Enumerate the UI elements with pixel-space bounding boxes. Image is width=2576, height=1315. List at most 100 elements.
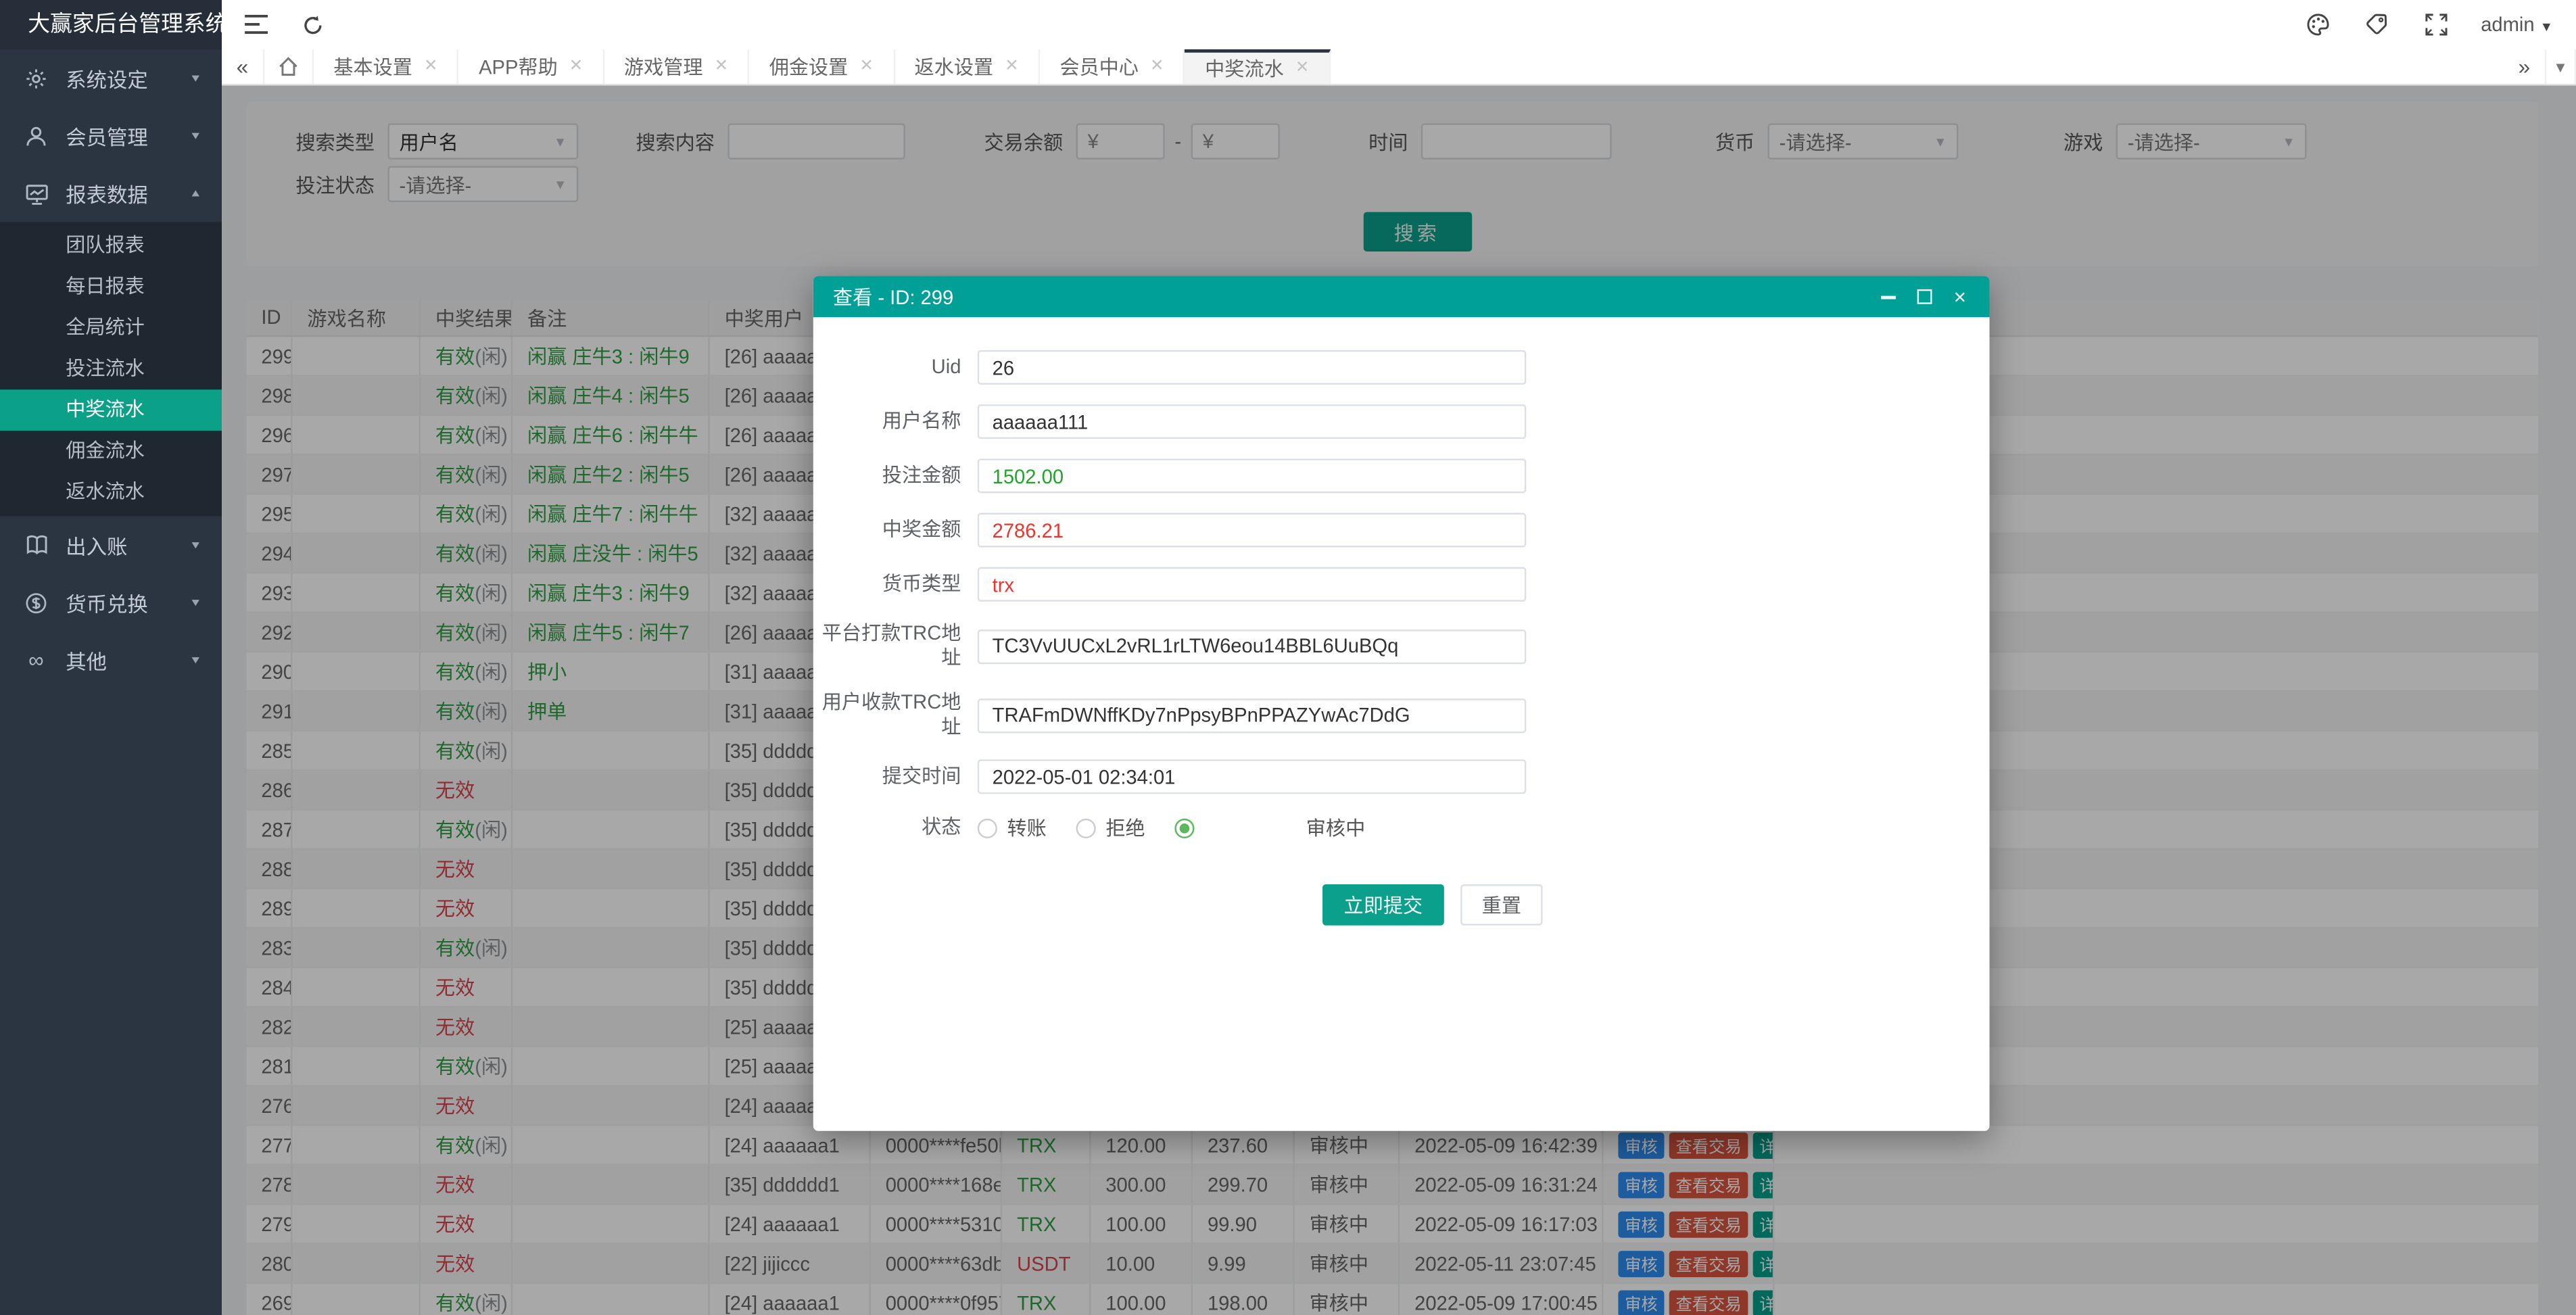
ledger-icon <box>23 532 49 558</box>
app-root: 大赢家后台管理系统 系统设定 ▼ 会员管理 ▼ 报表数据 ▲ 团队报表 每日报表 全局统计 投注流… <box>0 0 2576 1315</box>
status-radio-option[interactable]: 转账 <box>977 813 1047 841</box>
sidebar-subitem[interactable]: 每日报表 <box>0 266 222 308</box>
chevron-down-icon: ▼ <box>189 129 202 142</box>
uid-value: 26 <box>992 356 1015 379</box>
modal-header: 查看 - ID: 299 × <box>813 276 1990 318</box>
app-title: 大赢家后台管理系统 <box>0 0 222 49</box>
status-radio-selected[interactable]: 审核中 <box>1174 813 1365 841</box>
tabs-more-caret-icon[interactable]: ▼ <box>2546 49 2576 84</box>
dollar-icon <box>23 590 49 616</box>
submit-button[interactable]: 立即提交 <box>1322 884 1444 926</box>
user-trc-address-input[interactable]: TRAFmDWNffKDy7nPpsyBPnPPAZYwAc7DdG <box>977 698 1527 733</box>
sidebar-subitem[interactable]: 团队报表 <box>0 225 222 266</box>
bet-amount-label: 投注金额 <box>882 463 961 487</box>
tab-3[interactable]: 佣金设置 ✕ <box>750 49 895 84</box>
tab-close-icon[interactable]: ✕ <box>1295 59 1309 78</box>
collapse-menu-icon[interactable] <box>238 7 274 43</box>
sidebar-subitem[interactable]: 返水流水 <box>0 472 222 513</box>
chevron-down-icon: ▼ <box>189 72 202 85</box>
topbar-right: admin ▼ <box>2277 7 2553 43</box>
main-column: admin ▼ « 基本设置 ✕ APP帮助 ✕ 游戏管理 ✕ 佣金设置 ✕ 返水设置 ✕ 会员中心… <box>222 0 2576 1315</box>
tab-6[interactable]: 中奖流水 ✕ <box>1185 49 1331 84</box>
sidebar-item-2[interactable]: 报表数据 ▲ <box>0 164 222 222</box>
minimize-icon[interactable] <box>1874 283 1901 310</box>
tab-0[interactable]: 基本设置 ✕ <box>314 49 459 84</box>
topbar: admin ▼ <box>222 0 2576 49</box>
sidebar-subitem[interactable]: 中奖流水 <box>0 389 222 431</box>
username-input[interactable]: aaaaaa111 <box>977 404 1527 439</box>
sidebar-item-4[interactable]: 货币兑换 ▼ <box>0 574 222 631</box>
sidebar-item-label: 出入账 <box>66 535 128 559</box>
tag-icon[interactable] <box>2359 7 2395 43</box>
submit-time-input[interactable]: 2022-05-01 02:34:01 <box>977 759 1527 794</box>
content-area: 搜索类型 用户名 ▼ 搜索内容 交易余额 ¥ - ¥ 时间 货币 -请选择- ▼ 游… <box>222 85 2576 1315</box>
form-row-submit-time: 提交时间 2022-05-01 02:34:01 <box>813 759 1990 794</box>
win-amount-value: 2786.21 <box>992 519 1064 542</box>
platform-trc-address-value: TC3VvUUCxL2vRL1rLTW6eou14BBL6UuBQq <box>992 634 1399 658</box>
sidebar-item-1[interactable]: 会员管理 ▼ <box>0 107 222 164</box>
tabbar-filler <box>1331 49 2504 84</box>
username-label: 用户名称 <box>882 409 961 433</box>
bet-amount-input[interactable]: 1502.00 <box>977 458 1527 494</box>
form-row-currency-type: 货币类型 trx <box>813 567 1990 602</box>
chevron-down-icon: ▼ <box>189 654 202 666</box>
tab-close-icon[interactable]: ✕ <box>1005 57 1018 76</box>
submit-time-value: 2022-05-01 02:34:01 <box>992 765 1176 788</box>
form-row-win-amount: 中奖金额 2786.21 <box>813 512 1990 548</box>
platform-trc-address-label: 平台打款TRC地址 <box>821 621 961 669</box>
radio-circle-icon <box>977 817 997 838</box>
sidebar-menu: 系统设定 ▼ 会员管理 ▼ 报表数据 ▲ 团队报表 每日报表 全局统计 投注流水 中奖流水 佣金流水返… <box>0 49 222 689</box>
radio-label: 转账 <box>1007 817 1047 840</box>
maximize-icon[interactable] <box>1911 283 1937 310</box>
status-label: 状态 <box>922 815 961 838</box>
sidebar-subitem[interactable]: 佣金流水 <box>0 431 222 472</box>
tab-close-icon[interactable]: ✕ <box>569 57 583 76</box>
uid-label: Uid <box>931 355 961 379</box>
reset-button[interactable]: 重置 <box>1460 884 1543 926</box>
theme-palette-icon[interactable] <box>2300 7 2336 43</box>
currency-type-input[interactable]: trx <box>977 567 1527 602</box>
modal-buttons: 立即提交 重置 <box>994 884 1543 926</box>
form-row-username: 用户名称 aaaaaa111 <box>813 404 1990 439</box>
modal-title: 查看 - ID: 299 <box>832 286 954 310</box>
sidebar: 大赢家后台管理系统 系统设定 ▼ 会员管理 ▼ 报表数据 ▲ 团队报表 每日报表 全局统计 投注流… <box>0 0 222 1315</box>
admin-username: admin <box>2481 13 2535 37</box>
tab-close-icon[interactable]: ✕ <box>424 57 437 76</box>
username-value: aaaaaa111 <box>992 410 1089 433</box>
tab-1[interactable]: APP帮助 ✕ <box>459 49 604 84</box>
close-icon[interactable]: × <box>1947 283 1973 310</box>
tab-bar: « 基本设置 ✕ APP帮助 ✕ 游戏管理 ✕ 佣金设置 ✕ 返水设置 ✕ 会员中心 ✕ 中奖流水 ✕ »… <box>222 49 2576 86</box>
chevron-down-icon: ▼ <box>189 596 202 608</box>
refresh-icon[interactable] <box>294 7 330 43</box>
fullscreen-icon[interactable] <box>2418 7 2454 43</box>
tab-close-icon[interactable]: ✕ <box>1150 57 1164 76</box>
tab-label: APP帮助 <box>479 55 558 79</box>
status-radio-option[interactable]: 拒绝 <box>1076 813 1145 841</box>
tabs-host: 基本设置 ✕ APP帮助 ✕ 游戏管理 ✕ 佣金设置 ✕ 返水设置 ✕ 会员中心 ✕ 中奖流水 ✕ <box>314 49 1331 84</box>
tab-2[interactable]: 游戏管理 ✕ <box>604 49 750 84</box>
form-row-bet-amount: 投注金额 1502.00 <box>813 458 1990 494</box>
win-amount-input[interactable]: 2786.21 <box>977 512 1527 548</box>
sidebar-item-3[interactable]: 出入账 ▼ <box>0 516 222 573</box>
form-row-user-trc-address: 用户收款TRC地址 TRAFmDWNffKDy7nPpsyBPnPPAZYwAc… <box>813 690 1990 740</box>
tab-label: 中奖流水 <box>1205 57 1284 81</box>
sidebar-subitem[interactable]: 全局统计 <box>0 308 222 349</box>
tab-close-icon[interactable]: ✕ <box>715 57 728 76</box>
admin-user-menu[interactable]: admin ▼ <box>2481 13 2553 36</box>
sidebar-subitem[interactable]: 投注流水 <box>0 348 222 389</box>
tabs-scroll-left[interactable]: « <box>222 49 265 84</box>
sidebar-item-5[interactable]: ∞ 其他 ▼ <box>0 631 222 689</box>
home-tab-icon[interactable] <box>264 49 314 84</box>
report-icon <box>23 180 49 206</box>
tab-5[interactable]: 会员中心 ✕ <box>1040 49 1185 84</box>
form-row-status: 状态 转账 拒绝 审核中 <box>813 813 1990 841</box>
chevron-up-icon: ▲ <box>189 187 202 199</box>
tab-close-icon[interactable]: ✕ <box>859 57 873 76</box>
status-radio-group: 转账 拒绝 审核中 <box>977 813 1365 841</box>
platform-trc-address-input[interactable]: TC3VvUUCxL2vRL1rLTW6eou14BBL6UuBQq <box>977 628 1527 664</box>
tabs-scroll-right[interactable]: » <box>2504 49 2547 84</box>
tab-4[interactable]: 返水设置 ✕ <box>895 49 1041 84</box>
sidebar-item-label: 系统设定 <box>66 69 148 93</box>
uid-input[interactable]: 26 <box>977 350 1527 385</box>
sidebar-item-0[interactable]: 系统设定 ▼ <box>0 49 222 107</box>
